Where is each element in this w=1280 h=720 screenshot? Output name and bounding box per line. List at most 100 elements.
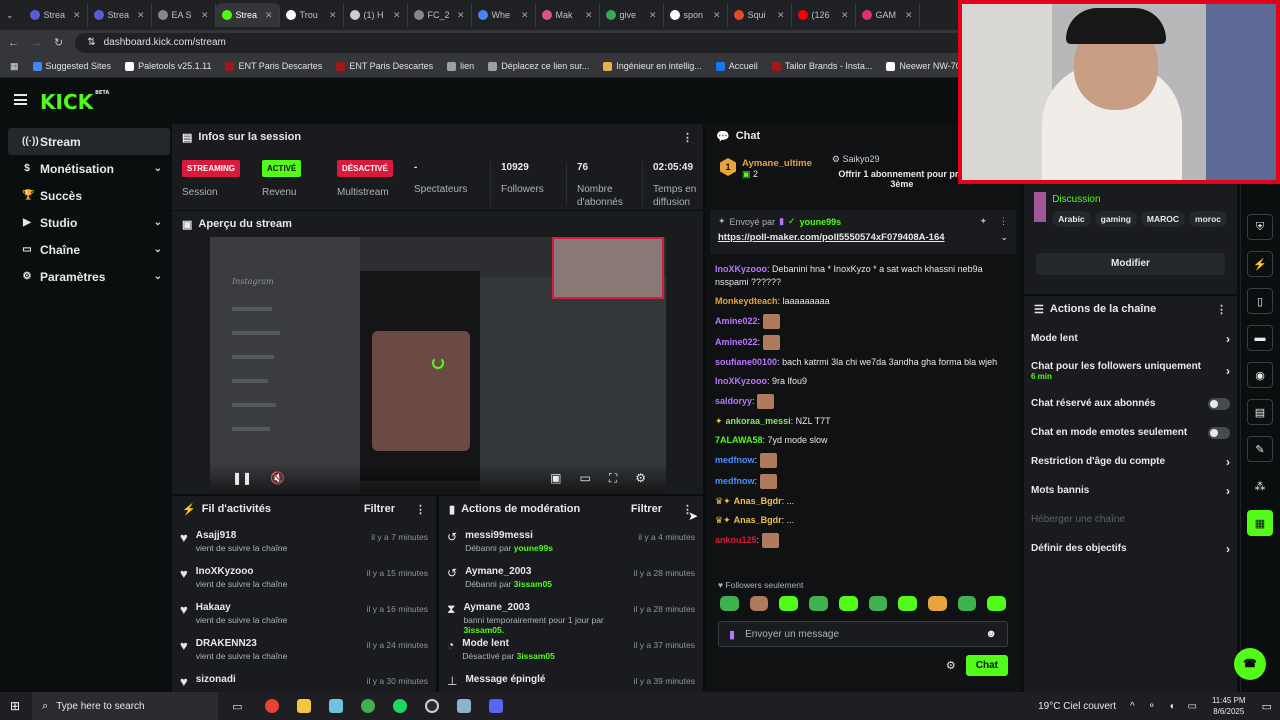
channel-tag[interactable]: moroc (1189, 211, 1227, 227)
browser-tab[interactable]: (126 ✕ (792, 3, 856, 27)
tab-close-icon[interactable]: ✕ (841, 10, 849, 21)
browser-tab[interactable]: Strea ✕ (215, 3, 280, 27)
emote-icon[interactable] (838, 596, 858, 611)
tab-close-icon[interactable]: ✕ (521, 10, 529, 21)
stream-video[interactable]: Instagram ❚❚ 🔇 ▣ ▭ ⛶ ⚙ (210, 237, 666, 493)
emote-icon[interactable] (898, 596, 917, 611)
chat-input[interactable]: ▮ Envoyer un message ☻ (718, 621, 1008, 647)
tab-close-icon[interactable]: ✕ (73, 10, 81, 21)
rail-clapper-icon[interactable]: ▦ (1247, 510, 1273, 536)
channel-action-row[interactable]: Mots bannis › (1024, 476, 1237, 505)
activity-username[interactable]: sizonadi (196, 674, 236, 685)
rail-chat-icon[interactable]: ▬ (1247, 325, 1273, 351)
browser-tab[interactable]: Whe ✕ (472, 3, 536, 27)
chat-username[interactable]: ankou125 (715, 535, 757, 545)
emote-icon[interactable] (868, 596, 888, 611)
mute-icon[interactable]: 🔇 (270, 471, 285, 485)
channel-action-row[interactable]: Chat réservé aux abonnés (1024, 389, 1237, 418)
moderator-name[interactable]: 3issam05 (514, 579, 552, 589)
edit-channel-button[interactable]: Modifier (1036, 253, 1225, 275)
address-input[interactable]: ⇅ dashboard.kick.com/stream (75, 32, 996, 53)
forward-icon[interactable]: → (31, 37, 42, 49)
bookmark-item[interactable]: Accueil (715, 61, 758, 71)
chat-username[interactable]: medfnow (715, 476, 755, 486)
activity-username[interactable]: InoXKyzooo (196, 566, 288, 577)
support-chat-button[interactable]: ☎ (1234, 648, 1266, 680)
sidebar-item-stream[interactable]: ((·)) Stream (8, 128, 170, 155)
category-thumbnail[interactable] (1034, 192, 1047, 222)
theater-icon[interactable]: ▭ (579, 471, 590, 485)
clock-time[interactable]: 11:45 PM (1212, 695, 1246, 706)
rail-bolt-icon[interactable]: ⚡ (1247, 251, 1273, 277)
browser-tab[interactable]: Strea ✕ (24, 3, 88, 27)
tab-close-icon[interactable]: ✕ (265, 10, 273, 21)
explorer-taskbar-icon[interactable] (297, 699, 312, 713)
pinned-link[interactable]: https://poll-maker.com/poll5550574xF0794… (718, 232, 945, 243)
windows-start-icon[interactable]: ⊞ (10, 699, 20, 713)
chat-username[interactable]: 7ALAWA58 (715, 435, 763, 445)
browser-tab[interactable]: spon ✕ (664, 3, 728, 27)
chevron-down-icon[interactable]: ⌄ (154, 244, 162, 255)
bookmark-item[interactable]: ENT Paris Descartes (225, 61, 322, 71)
xbox-taskbar-icon[interactable] (361, 699, 376, 713)
chevron-right-icon[interactable]: › (1226, 364, 1230, 378)
rail-broadcast-icon[interactable]: ◉ (1247, 362, 1273, 388)
channel-actions-kebab-icon[interactable]: ⋮ (1216, 303, 1227, 316)
rail-shield-icon[interactable]: ⛨ (1247, 214, 1273, 240)
bookmark-item[interactable]: lien (447, 61, 474, 71)
channel-action-row[interactable]: Chat pour les followers uniquement 6 min › (1024, 353, 1237, 389)
category-name[interactable]: Discussion (1052, 194, 1227, 205)
chevron-right-icon[interactable]: › (1226, 542, 1230, 556)
leader-name[interactable]: Aymane_ultime (742, 158, 812, 169)
chat-send-button[interactable]: Chat (965, 655, 1008, 676)
chat-username[interactable]: soufiane00100 (715, 357, 777, 367)
activity-username[interactable]: DRAKENN23 (196, 638, 288, 649)
pinned-by[interactable]: youne99s (800, 217, 842, 227)
emote-icon[interactable] (987, 596, 1007, 611)
sidebar-item-gear[interactable]: ⚙ Paramètres ⌄ (8, 263, 170, 290)
browser-tab[interactable]: Strea ✕ (88, 3, 152, 27)
discord-taskbar-icon[interactable] (489, 699, 504, 713)
chevron-down-icon[interactable]: ⌄ (154, 217, 162, 228)
chat-username[interactable]: InoXKyzooo (715, 264, 767, 274)
gift-text[interactable]: Offrir 1 abonnement pour pr... 3ème (832, 169, 972, 189)
channel-tag[interactable]: MAROC (1140, 211, 1186, 227)
emote-icon[interactable] (749, 596, 769, 611)
settings-icon[interactable]: ⚙ (635, 471, 646, 485)
browser-tab[interactable]: FC_2 ✕ (408, 3, 472, 27)
moderation-target[interactable]: Mode lent (462, 638, 555, 649)
sidebar-item-trophy[interactable]: 🏆 Succès (8, 182, 170, 209)
browser-tab[interactable]: Trou ✕ (280, 3, 344, 27)
chevron-down-icon[interactable]: ⌄ (154, 271, 162, 282)
emoji-icon[interactable]: ☻ (985, 628, 997, 640)
kick-logo[interactable]: KICK BETA (40, 90, 109, 114)
tab-list-dropdown-icon[interactable]: ⌄ (6, 10, 14, 21)
channel-action-row[interactable]: Définir des objectifs › (1024, 534, 1237, 563)
chat-username[interactable]: Anas_Bgdr (734, 515, 782, 525)
channel-tag[interactable]: Arabic (1052, 211, 1091, 227)
tab-close-icon[interactable]: ✕ (649, 10, 657, 21)
sidebar-item-dollar[interactable]: $ Monétisation ⌄ (8, 155, 170, 182)
chat-settings-icon[interactable]: ⚙ (946, 659, 956, 672)
session-kebab-icon[interactable]: ⋮ (682, 131, 693, 144)
browser-tab[interactable]: (1) H ✕ (344, 3, 408, 27)
bookmark-item[interactable]: ENT Paris Descartes (336, 61, 433, 71)
app-taskbar-icon[interactable] (329, 699, 344, 713)
activity-username[interactable]: Hakaay (196, 602, 288, 613)
gift-sender[interactable]: Saikyo29 (842, 154, 879, 164)
site-info-icon[interactable]: ⇅ (87, 37, 95, 48)
sidebar-item-video[interactable]: ▶ Studio ⌄ (8, 209, 170, 236)
tab-close-icon[interactable]: ✕ (393, 10, 401, 21)
activity-kebab-icon[interactable]: ⋮ (415, 503, 426, 516)
toggle-switch[interactable] (1208, 426, 1230, 439)
clock-date[interactable]: 8/6/2025 (1212, 706, 1246, 717)
menu-icon[interactable] (14, 94, 27, 105)
toggle-switch[interactable] (1208, 397, 1230, 410)
expand-chevron-icon[interactable]: ⌄ (1000, 232, 1008, 243)
obs-taskbar-icon[interactable] (425, 699, 440, 713)
app2-taskbar-icon[interactable] (457, 699, 472, 713)
chat-username[interactable]: Monkeydteach (715, 296, 778, 306)
emote-icon[interactable] (720, 596, 739, 611)
chat-username[interactable]: ankoraa_messi (726, 416, 791, 426)
moderator-name[interactable]: 3issam05 (517, 651, 555, 661)
